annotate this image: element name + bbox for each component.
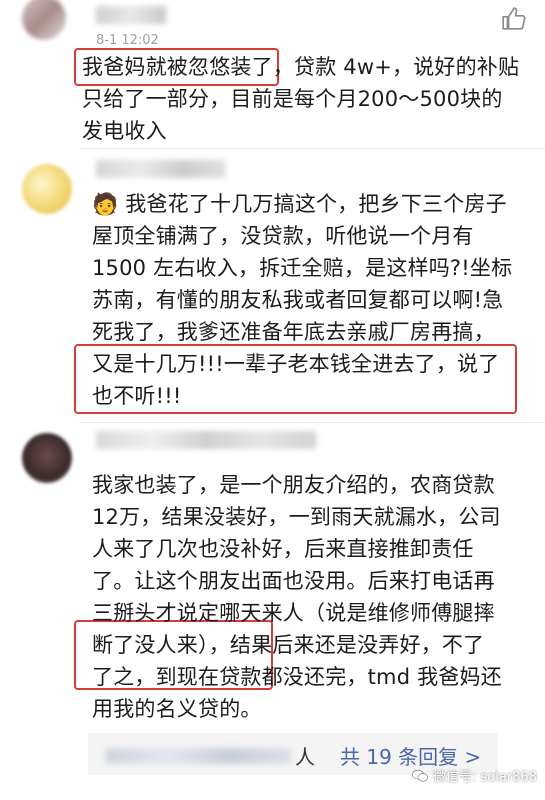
text-line: 人来了几次也没补好，后来直接推卸责任 [92, 537, 474, 561]
avatar[interactable] [22, 433, 72, 483]
text-line: 屋顶全铺满了，没贷款，听他说一个月有 [92, 224, 474, 248]
thumbs-up-icon[interactable] [501, 6, 527, 32]
text-line: 也不听!!! [92, 384, 182, 408]
comment-text: 我爸妈就被忽悠装了，贷款 4w+，说好的补贴 只给了一部分，目前是每个月200～… [82, 51, 519, 147]
comment-time: 8-1 12:02 [96, 33, 159, 48]
watermark-text: 微信号: solar868 [433, 770, 537, 785]
text-line: 又是十几万!!!一辈子老本钱全进去了，说了 [92, 352, 500, 376]
text-line: 苏南，有懂的朋友私我或者回复都可以啊!急 [92, 288, 504, 312]
comment-1: 8-1 12:02 我爸妈就被忽悠装了，贷款 4w+，说好的补贴 只给了一部分，… [0, 0, 545, 150]
avatar[interactable] [22, 164, 72, 214]
text-line: 我爸妈就被忽悠装了，贷款 4w+，说好的补贴 [82, 55, 520, 79]
comment-text: 🧑 我爸花了十几万搞这个，把乡下三个房子 屋顶全铺满了，没贷款，听他说一个月有 … [92, 188, 512, 412]
avatar[interactable] [22, 0, 66, 40]
text-line: 了之，到现在贷款都没还完，tmd 我爸妈还 [92, 665, 502, 689]
comment-3: 我家也装了，是一个朋友介绍的，农商贷款 12万，结果没装好，一到雨天就漏水，公司… [0, 425, 545, 725]
wechat-icon [412, 769, 428, 782]
username-blurred [96, 160, 226, 178]
text-line: 死我了，我爹还准备年底去亲戚厂房再搞， [92, 320, 495, 344]
text-line: 用我的名义贷的。 [92, 697, 262, 721]
username-blurred [96, 431, 316, 449]
divider [80, 422, 545, 423]
text-line: 只给了一部分，目前是每个月200～500块的 [82, 87, 503, 111]
text-line: 断了没人来），结果后来还是没弄好，不了 [92, 633, 485, 657]
text-line: 发电收入 [82, 119, 167, 143]
text-line: 1500 左右收入，拆迁全赔，是这样吗?!坐标 [92, 256, 513, 280]
reply-names-blurred [106, 748, 291, 764]
text-line: 了。让这个朋友出面也没用。后来打电话再 [92, 569, 495, 593]
comment-text: 我家也装了，是一个朋友介绍的，农商贷款 12万，结果没装好，一到雨天就漏水，公司… [92, 469, 502, 725]
text-line: 🧑 我爸花了十几万搞这个，把乡下三个房子 [92, 192, 507, 216]
reply-suffix: 人 [295, 745, 315, 769]
text-line: 我家也装了，是一个朋友介绍的，农商贷款 [92, 473, 495, 497]
text-line: 三掰头才说定哪天来人（说是维修师傅腿摔 [92, 601, 495, 625]
comment-2: 🧑 我爸花了十几万搞这个，把乡下三个房子 屋顶全铺满了，没贷款，听他说一个月有 … [0, 150, 545, 420]
text-line: 12万，结果没装好，一到雨天就漏水，公司 [92, 505, 501, 529]
watermark: 微信号: solar868 [411, 766, 537, 785]
divider [80, 148, 545, 149]
username-blurred [96, 6, 166, 24]
